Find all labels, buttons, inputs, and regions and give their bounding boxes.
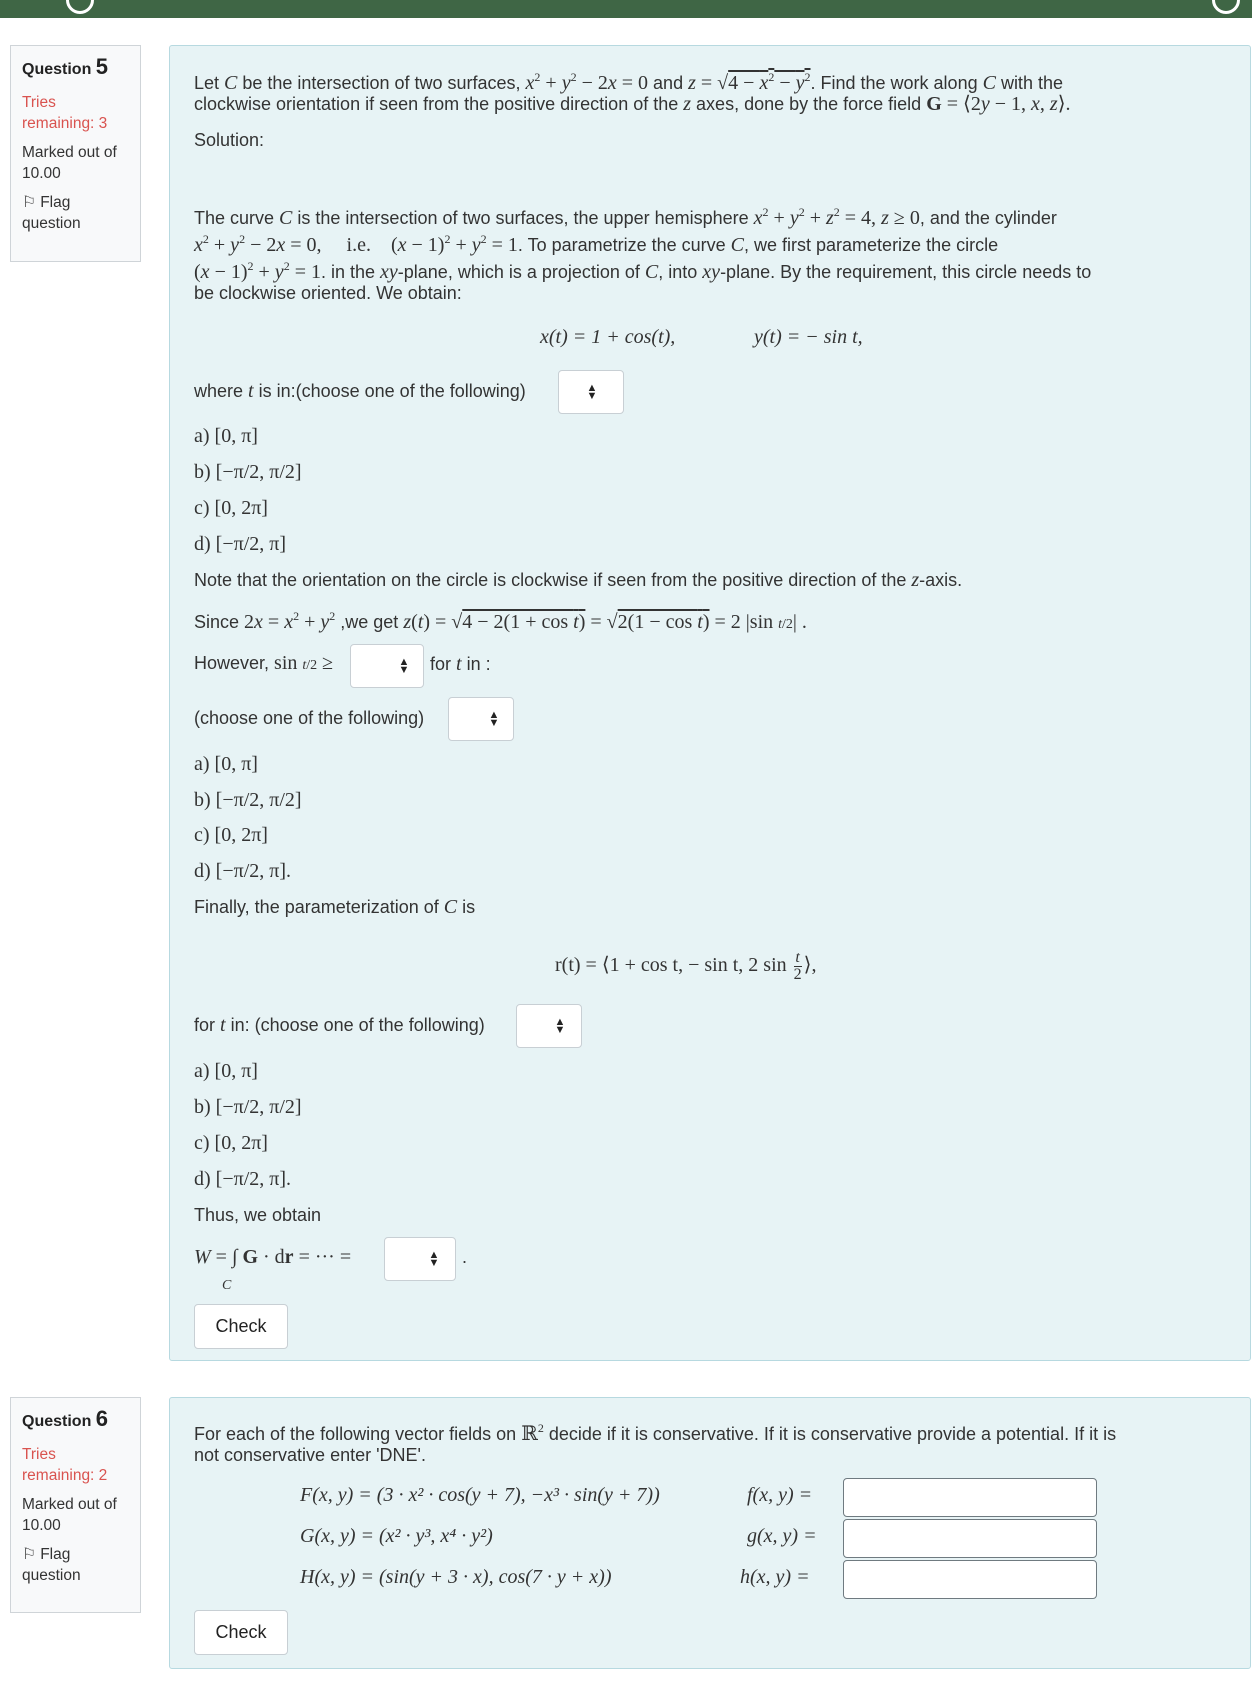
user-avatar[interactable] <box>1212 0 1240 14</box>
tries-remaining: Tries remaining: 2 <box>22 1446 108 1484</box>
q5-where-t-text: where t is in:(choose one of the followi… <box>194 380 526 402</box>
equation-r-of-t: r(t) = ⟨1 + cos t, − sin t, 2 sin t 2 ⟩, <box>555 949 817 983</box>
select-arrow-icon: ▲ ▼ <box>398 656 410 676</box>
question-info-5: Question 5 Tries remaining: 3 Marked out… <box>10 45 141 262</box>
option-d: d) [−π/2, π]. <box>194 860 292 882</box>
potential-label-f: f(x, y) = <box>747 1484 813 1506</box>
potential-input-h[interactable] <box>843 1560 1097 1599</box>
trailing-period: . <box>462 1247 468 1267</box>
option-a: a) [0, π] <box>194 753 258 775</box>
vector-field-h: H(x, y) = (sin(y + 3 · x), cos(7 · y + x… <box>300 1566 612 1588</box>
option-a: a) [0, π] <box>194 425 258 447</box>
select-arrow-icon: ▲ ▼ <box>488 709 500 729</box>
q5-para-line-4: be clockwise oriented. We obtain: <box>194 283 462 303</box>
flag-question-link[interactable]: ⚐ Flag question <box>22 1544 130 1586</box>
work-integral-expression: W = ∫ G · dr = ··· = <box>194 1246 352 1268</box>
q5-however-text: However, sin t/2 ≥ <box>194 652 334 674</box>
answer-select-3[interactable]: ▲ ▼ <box>448 697 514 741</box>
flag-question-link[interactable]: ⚐ Flag question <box>22 192 130 234</box>
integral-subscript-c: C <box>222 1278 232 1293</box>
q5-finally-text: Finally, the parameterization of C is <box>194 896 476 918</box>
check-button[interactable]: Check <box>194 1304 288 1349</box>
check-button[interactable]: Check <box>194 1610 288 1655</box>
option-c: c) [0, 2π] <box>194 497 268 519</box>
top-navbar <box>0 0 1252 18</box>
tries-remaining: Tries remaining: 3 <box>22 94 108 132</box>
q5-however-tail: for t in : <box>430 653 491 675</box>
option-b: b) [−π/2, π/2] <box>194 1096 302 1118</box>
marked-out-of: Marked out of 10.00 <box>22 1496 117 1534</box>
q5-intro-line-2: clockwise orientation if seen from the p… <box>194 93 1071 115</box>
answer-select-1[interactable]: ▲ ▼ <box>558 370 624 414</box>
option-d: d) [−π/2, π] <box>194 533 287 555</box>
option-d: d) [−π/2, π]. <box>194 1168 292 1190</box>
q6-intro-line-2: not conservative enter 'DNE'. <box>194 1445 426 1465</box>
question-6-content: For each of the following vector fields … <box>169 1397 1251 1669</box>
vector-field-g: G(x, y) = (x² · y³, x⁴ · y²) <box>300 1525 493 1547</box>
potential-label-g: g(x, y) = <box>747 1525 817 1547</box>
question-number: Question 6 <box>22 1406 109 1431</box>
option-c: c) [0, 2π] <box>194 1132 268 1154</box>
equation-x-of-t: x(t) = 1 + cos(t), <box>540 326 676 348</box>
nav-icon[interactable] <box>66 0 94 14</box>
potential-input-f[interactable] <box>843 1478 1097 1517</box>
flag-icon: ⚐ <box>22 1546 36 1563</box>
q5-thus-text: Thus, we obtain <box>194 1205 322 1225</box>
q5-note-text: Note that the orientation on the circle … <box>194 569 963 591</box>
select-arrow-icon: ▲ ▼ <box>428 1249 440 1269</box>
q5-since-text: Since 2x = x2 + y2 ,we get z(t) = √4 − 2… <box>194 609 807 633</box>
answer-select-5[interactable]: ▲ ▼ <box>384 1237 456 1281</box>
flag-icon: ⚐ <box>22 194 36 211</box>
question-number: Question 5 <box>22 54 109 79</box>
vector-field-f: F(x, y) = (3 · x² · cos(y + 7), −x³ · si… <box>300 1484 660 1506</box>
option-b: b) [−π/2, π/2] <box>194 461 302 483</box>
potential-input-g[interactable] <box>843 1519 1097 1558</box>
option-a: a) [0, π] <box>194 1060 258 1082</box>
option-c: c) [0, 2π] <box>194 824 268 846</box>
option-b: b) [−π/2, π/2] <box>194 789 302 811</box>
q5-choose-text-2: (choose one of the following) <box>194 708 425 728</box>
select-arrow-icon: ▲ ▼ <box>554 1016 566 1036</box>
answer-select-2[interactable]: ▲ ▼ <box>350 644 424 688</box>
potential-label-h: h(x, y) = <box>740 1566 810 1588</box>
question-5-content: Let C be the intersection of two surface… <box>169 45 1251 1361</box>
q5-solution-label: Solution: <box>194 130 265 150</box>
select-arrow-icon: ▲ ▼ <box>586 382 598 402</box>
answer-select-4[interactable]: ▲ ▼ <box>516 1004 582 1048</box>
question-info-6: Question 6 Tries remaining: 2 Marked out… <box>10 1397 141 1613</box>
equation-y-of-t: y(t) = − sin t, <box>754 326 863 348</box>
q5-for-t-text: for t in: (choose one of the following) <box>194 1014 485 1036</box>
marked-out-of: Marked out of 10.00 <box>22 144 117 182</box>
